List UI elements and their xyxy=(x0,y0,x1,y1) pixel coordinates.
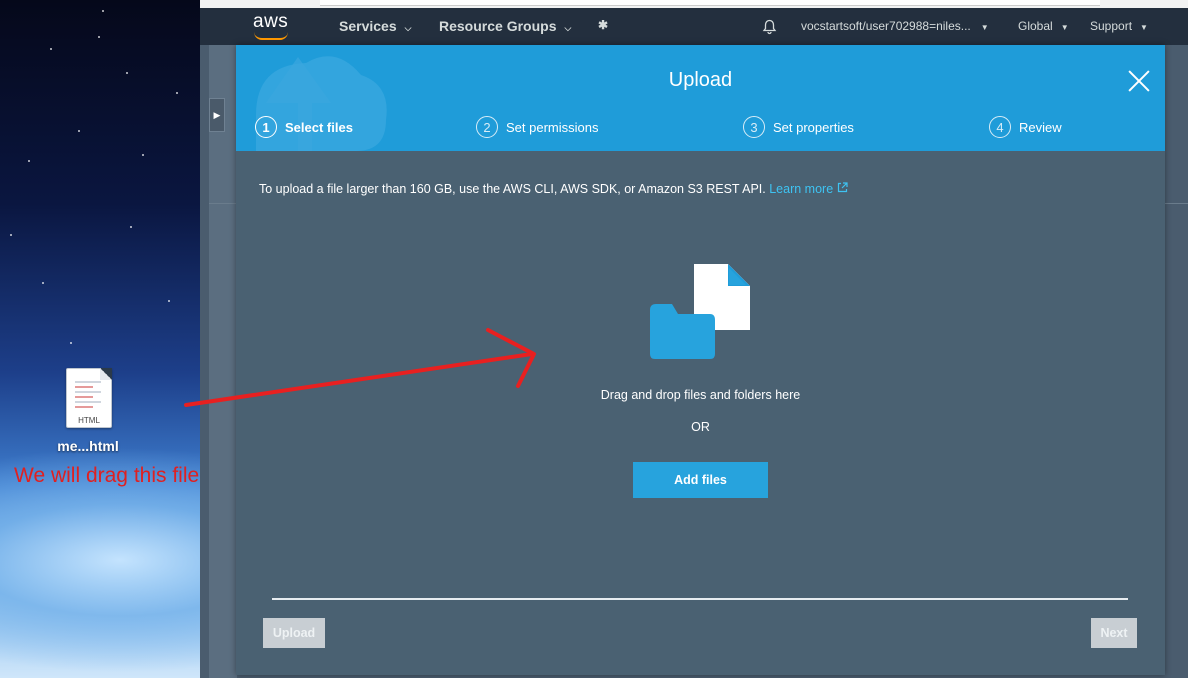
upload-button[interactable]: Upload xyxy=(263,618,325,648)
step-label: Set permissions xyxy=(506,119,599,135)
star xyxy=(78,130,80,132)
file-type-label: HTML xyxy=(78,416,100,425)
step-set-permissions[interactable]: 2 Set permissions xyxy=(476,116,598,138)
learn-more-label: Learn more xyxy=(769,182,834,196)
files-folder-icon xyxy=(650,264,750,359)
star xyxy=(70,342,72,344)
modal-header: Upload 1 Select files 2 Set permissions … xyxy=(236,45,1165,151)
or-separator: OR xyxy=(691,420,710,434)
step-number: 3 xyxy=(743,116,765,138)
star xyxy=(102,10,104,12)
star xyxy=(10,234,12,236)
modal-title: Upload xyxy=(668,69,733,91)
region-menu[interactable]: Global ▼ xyxy=(1018,19,1069,33)
step-number: 2 xyxy=(476,116,498,138)
pin-icon[interactable]: ✱ xyxy=(598,18,608,32)
close-icon[interactable] xyxy=(1127,69,1151,93)
step-set-properties[interactable]: 3 Set properties xyxy=(743,116,854,138)
resource-groups-label: Resource Groups xyxy=(439,18,557,34)
account-menu[interactable]: vocstartsoft/user702988=niles... ▼ xyxy=(801,19,989,33)
step-label: Set properties xyxy=(773,119,854,135)
page-fold xyxy=(100,368,112,380)
account-label: vocstartsoft/user702988=niles... xyxy=(801,19,971,33)
browser-strip xyxy=(200,0,1188,8)
services-label: Services xyxy=(339,18,397,34)
address-bar xyxy=(320,0,1100,6)
external-link-icon xyxy=(837,182,848,193)
footer-divider xyxy=(272,598,1128,600)
aws-logo[interactable]: aws xyxy=(253,11,289,40)
background-panel xyxy=(209,45,237,678)
upload-size-info: To upload a file larger than 160 GB, use… xyxy=(259,182,848,196)
aws-navbar: aws Services ⌵ Resource Groups ⌵ ✱ vocstar… xyxy=(200,8,1188,45)
caret-down-icon: ▼ xyxy=(1140,23,1148,32)
star xyxy=(98,36,100,38)
file-preview-lines xyxy=(75,381,101,411)
html-file-icon[interactable]: HTML xyxy=(66,368,112,428)
step-label: Review xyxy=(1019,119,1062,135)
step-select-files[interactable]: 1 Select files xyxy=(255,116,353,138)
star xyxy=(176,92,178,94)
next-button[interactable]: Next xyxy=(1091,618,1137,648)
star xyxy=(130,226,132,228)
learn-more-link[interactable]: Learn more xyxy=(769,182,848,196)
star xyxy=(142,154,144,156)
support-menu[interactable]: Support ▼ xyxy=(1090,19,1148,33)
step-number: 4 xyxy=(989,116,1011,138)
step-review[interactable]: 4 Review xyxy=(989,116,1062,138)
star xyxy=(42,282,44,284)
chevron-down-icon: ⌵ xyxy=(564,23,572,33)
chevron-down-icon: ⌵ xyxy=(404,23,412,33)
step-number: 1 xyxy=(255,116,277,138)
info-message: To upload a file larger than 160 GB, use… xyxy=(259,182,766,196)
support-label: Support xyxy=(1090,19,1133,33)
resource-groups-menu[interactable]: Resource Groups ⌵ xyxy=(439,18,571,34)
services-menu[interactable]: Services ⌵ xyxy=(339,18,411,34)
desktop-file-name[interactable]: me...html xyxy=(40,438,136,454)
add-files-button[interactable]: Add files xyxy=(633,462,768,498)
panel-collapse-toggle[interactable]: ▶ xyxy=(209,98,225,132)
star xyxy=(126,72,128,74)
drop-instructions: Drag and drop files and folders here xyxy=(600,388,801,402)
star xyxy=(50,48,52,50)
caret-down-icon: ▼ xyxy=(980,23,989,32)
aws-logo-text: aws xyxy=(253,11,289,32)
desktop-background xyxy=(0,0,200,678)
step-label: Select files xyxy=(285,119,353,135)
bell-icon[interactable] xyxy=(762,19,777,35)
upload-modal: Upload 1 Select files 2 Set permissions … xyxy=(236,45,1165,675)
aws-smile-icon xyxy=(254,32,288,40)
star xyxy=(168,300,170,302)
star xyxy=(28,160,30,162)
region-label: Global xyxy=(1018,19,1053,33)
caret-down-icon: ▼ xyxy=(1060,23,1069,32)
drag-annotation-text: We will drag this file xyxy=(14,464,200,487)
